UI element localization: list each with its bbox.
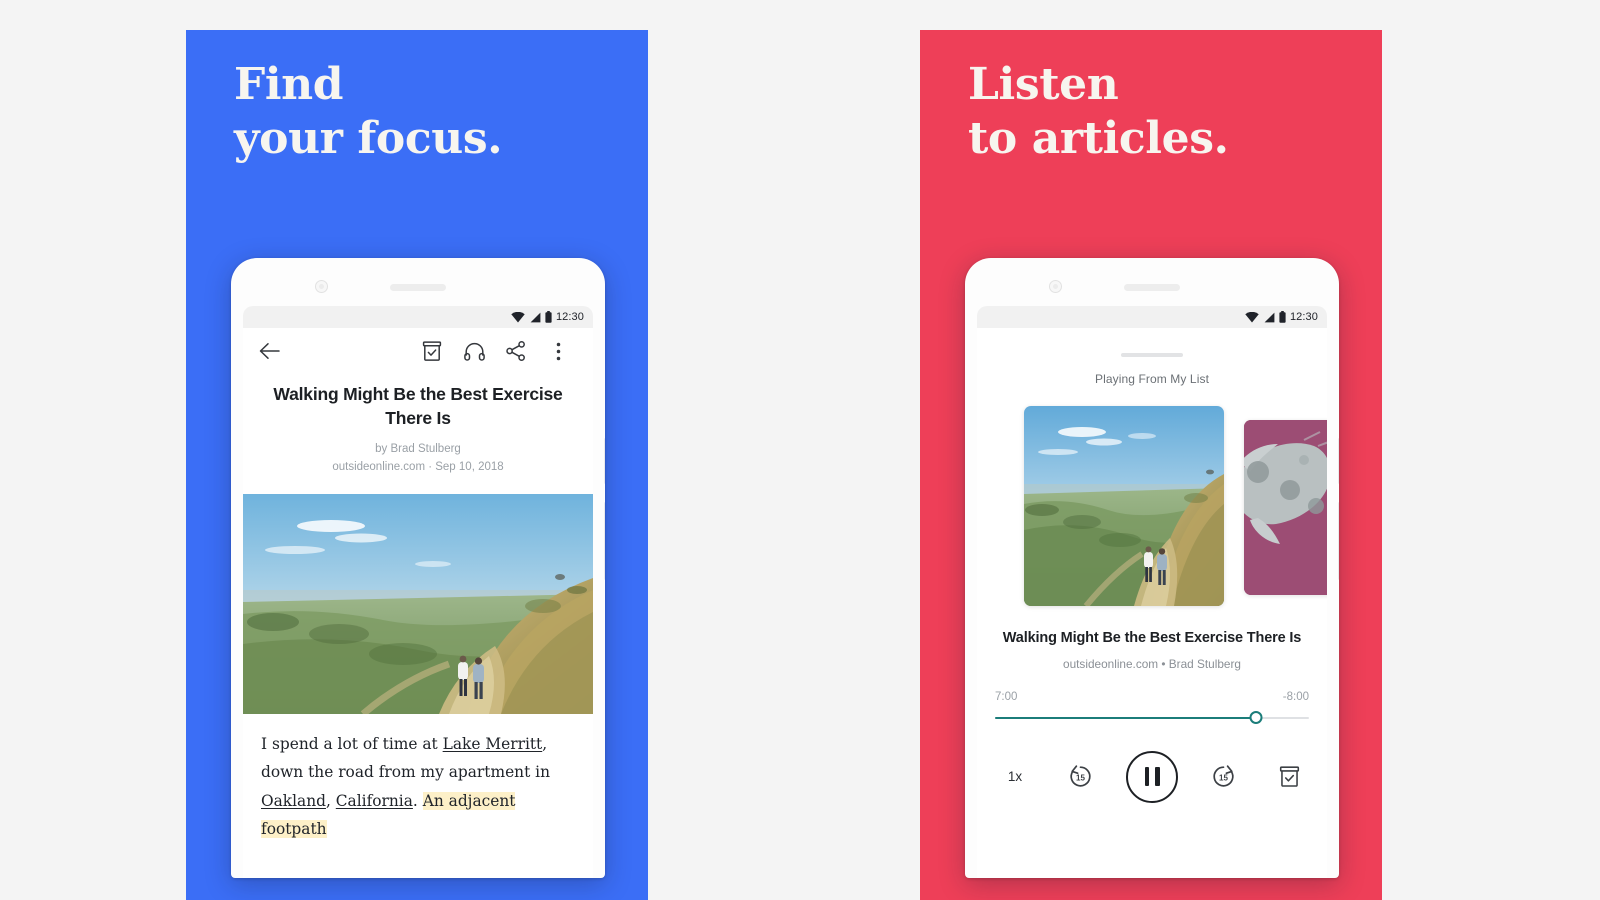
overflow-menu-icon	[556, 342, 560, 360]
player-screen: 12:30 Playing From My List Walking Might…	[977, 306, 1327, 878]
power-button[interactable]	[604, 438, 605, 484]
share-icon	[506, 341, 525, 361]
track-subtitle: outsideonline.com • Brad Stulberg	[1063, 656, 1241, 671]
headphones-icon	[463, 342, 485, 361]
body-link-oakland[interactable]: Oakland	[261, 792, 326, 810]
sheet-drag-handle[interactable]	[1121, 353, 1183, 357]
listen-button[interactable]	[453, 330, 495, 372]
forward-15-icon: 15	[1213, 765, 1234, 787]
battery-icon	[545, 311, 552, 323]
archive-icon	[422, 340, 442, 361]
back-arrow-icon	[259, 343, 280, 359]
front-camera-icon	[315, 280, 328, 293]
article-source: outsideonline.com · Sep 10, 2018	[332, 460, 504, 473]
archive-button[interactable]	[1269, 765, 1309, 788]
next-track-artwork[interactable]	[1244, 420, 1327, 595]
earpiece-speaker	[1124, 284, 1180, 291]
forward-15-button[interactable]: 15	[1210, 763, 1237, 790]
reader-screen: 12:30 Walking Might Be the Best Exercise…	[243, 306, 593, 878]
volume-button[interactable]	[604, 502, 605, 580]
remaining-time: -8:00	[1282, 690, 1309, 703]
status-bar-clock: 12:30	[555, 311, 584, 323]
svg-text:15: 15	[1076, 774, 1085, 783]
artwork-carousel	[977, 406, 1327, 606]
play-pause-button[interactable]	[1126, 750, 1178, 803]
screenshot-stage: Find your focus. 12:30 Walking Might Be …	[0, 0, 1600, 900]
battery-icon	[1279, 311, 1286, 323]
body-text-1: I spend a lot of time at	[261, 734, 443, 753]
article-body: I spend a lot of time at Lake Merritt, d…	[261, 730, 575, 844]
signal-icon	[1264, 312, 1275, 322]
player-controls: 1x 15 15	[995, 750, 1309, 803]
progress-fill	[995, 716, 1256, 720]
body-text-4: .	[412, 791, 423, 810]
body-text-3: ,	[325, 791, 336, 810]
playback-speed-button[interactable]: 1x	[995, 769, 1035, 784]
promo-heading-right: Listen to articles.	[968, 59, 1229, 164]
earpiece-speaker	[390, 284, 446, 291]
album-artwork[interactable]	[1024, 406, 1224, 606]
rewind-15-button[interactable]: 15	[1067, 763, 1094, 790]
promo-heading-left: Find your focus.	[234, 59, 503, 164]
playing-from-label: Playing From My List	[1094, 372, 1210, 386]
status-bar: 12:30	[243, 306, 593, 328]
reader-toolbar	[243, 328, 593, 374]
elapsed-time: 7:00	[995, 690, 1018, 703]
article-byline: by Brad Stulberg	[375, 443, 461, 456]
wifi-icon	[511, 311, 525, 322]
status-bar: 12:30	[977, 306, 1327, 328]
track-title: Walking Might Be the Best Exercise There…	[1002, 630, 1302, 646]
wifi-icon	[1245, 311, 1259, 322]
progress-slider[interactable]	[995, 710, 1309, 725]
article-hero-image	[243, 493, 593, 714]
share-button[interactable]	[495, 330, 537, 372]
progress-thumb[interactable]	[1249, 710, 1263, 724]
status-bar-clock: 12:30	[1289, 311, 1318, 323]
archive-icon	[1279, 765, 1299, 787]
audio-player: Playing From My List Walking Might Be th…	[977, 353, 1327, 878]
power-button[interactable]	[1338, 438, 1339, 484]
more-options-button[interactable]	[537, 330, 579, 372]
pause-icon	[1144, 767, 1160, 787]
body-link-california[interactable]: California	[336, 792, 413, 810]
phone-mockup-player: 12:30 Playing From My List Walking Might…	[965, 258, 1339, 878]
volume-button[interactable]	[1338, 502, 1339, 580]
signal-icon	[530, 312, 541, 322]
body-link-lake-merritt[interactable]: Lake Merritt	[443, 735, 543, 753]
front-camera-icon	[1049, 280, 1062, 293]
svg-text:15: 15	[1219, 774, 1228, 783]
archive-button[interactable]	[411, 330, 453, 372]
rewind-15-icon: 15	[1070, 765, 1091, 787]
phone-mockup-reader: 12:30 Walking Might Be the Best Exercise…	[231, 258, 605, 878]
article-title: Walking Might Be the Best Exercise There…	[273, 384, 563, 429]
back-button[interactable]	[259, 330, 289, 372]
time-labels: 7:00 -8:00	[995, 691, 1309, 703]
